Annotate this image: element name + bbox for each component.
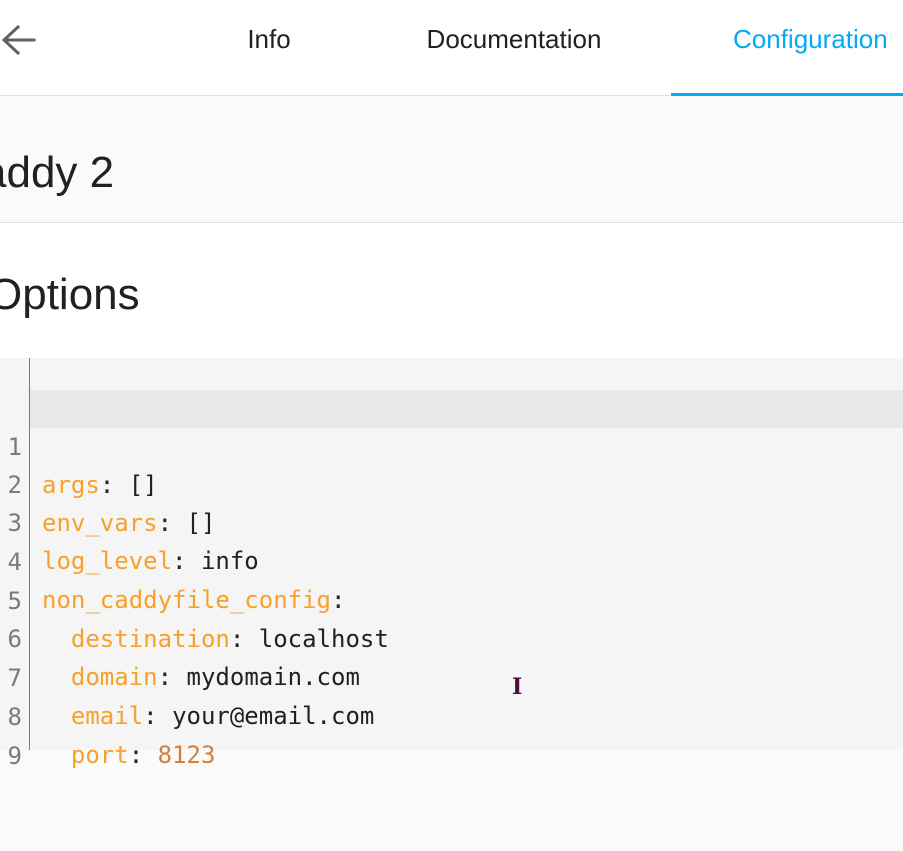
arrow-left-icon	[1, 24, 36, 56]
options-heading: Options	[0, 270, 140, 319]
code-line[interactable]: 8 port: 8123	[0, 660, 903, 769]
tab-configuration[interactable]: Configuration	[671, 0, 903, 96]
page-title: addy 2	[0, 148, 115, 197]
code-line[interactable]: 9	[0, 699, 903, 770]
code-line[interactable]: 6 domain: mydomain.com	[0, 582, 903, 691]
top-app-bar: Info Documentation Configuration	[0, 0, 903, 96]
line-number: 9	[7, 742, 22, 770]
code-line[interactable]: 7 email: your@email.com	[0, 621, 903, 730]
code-line[interactable]: 2 env_vars: []	[0, 428, 903, 537]
tab-documentation-label: Documentation	[426, 24, 602, 54]
tab-info-label: Info	[247, 24, 291, 54]
back-button[interactable]	[0, 20, 40, 60]
yaml-code-editor[interactable]: 1 args: [] 2 env_vars: [] 3 log_level: i…	[0, 358, 903, 770]
tab-configuration-label: Configuration	[733, 24, 888, 54]
active-tab-indicator	[671, 93, 903, 96]
yaml-key: port	[70, 741, 129, 769]
tab-documentation[interactable]: Documentation	[400, 0, 628, 96]
code-line[interactable]: 4 non_caddyfile_config:	[0, 505, 903, 614]
code-line[interactable]: 1 args: []	[0, 390, 903, 499]
tab-info[interactable]: Info	[219, 0, 319, 96]
yaml-number-value: 8123	[157, 741, 216, 769]
code-line[interactable]: 5 destination: localhost	[0, 544, 903, 653]
code-line[interactable]: 3 log_level: info	[0, 466, 903, 575]
text-cursor-icon: I	[512, 674, 523, 700]
